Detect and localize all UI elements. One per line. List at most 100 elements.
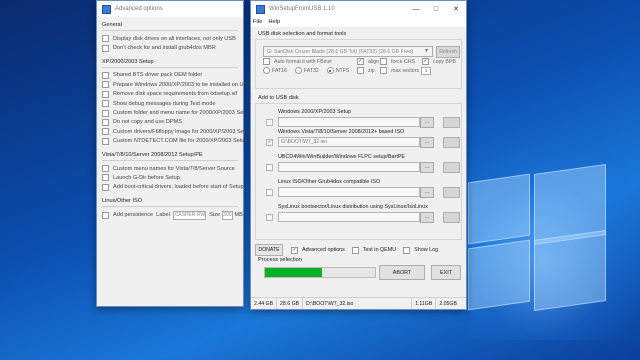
source-options-button[interactable] [443, 137, 460, 148]
option-row: Add boot-critical drivers, loaded before… [102, 183, 244, 192]
minimize-icon[interactable]: — [406, 1, 426, 17]
section-title: General [102, 22, 122, 28]
option-label: Remove disk space requirements from txts… [113, 91, 238, 98]
option-checkbox[interactable] [102, 90, 109, 98]
advanced-options-label: Advanced options [302, 247, 345, 253]
persistence-label-input[interactable]: CASPER-RW [172, 210, 207, 220]
menu-bar: File Help [251, 17, 466, 27]
browse-button[interactable]: ... [420, 137, 434, 148]
usb-disk-select[interactable]: G: SanDisk Cruzer Blade (28.6 GB Tot) (F… [263, 46, 433, 57]
maximize-icon[interactable]: □ [426, 1, 446, 17]
option-label: Custom folder and menu name for 2000/XP/… [113, 110, 252, 117]
option-checkbox[interactable] [102, 118, 109, 126]
source-path-input[interactable] [278, 117, 420, 127]
auto-format-row: Auto format it with FBinst [263, 57, 332, 66]
option-row: Shared BTS driver pack OEM folder [102, 71, 238, 80]
max-sectors-checkbox[interactable] [380, 67, 387, 74]
option-checkbox[interactable] [102, 174, 109, 182]
fat32-radio[interactable] [294, 67, 302, 74]
max-sectors-option: max sectors 1 [380, 66, 431, 75]
source-options-button[interactable] [443, 187, 460, 198]
show-log-label: Show Log [414, 247, 439, 253]
option-row: Custom menu names for Vista/7/8/Server S… [102, 164, 238, 173]
fat16-radio[interactable] [263, 67, 270, 74]
ntfs-radio[interactable] [326, 67, 334, 74]
source-checkbox[interactable] [266, 214, 273, 221]
option-label: Launch G-Dir before Setup [113, 174, 180, 181]
source-options-button[interactable] [443, 212, 460, 223]
advanced-window-title: Advanced options [115, 6, 163, 12]
force-chs-checkbox[interactable] [380, 58, 387, 65]
source-label: Linux ISO/Other Grub4dos compatible ISO [278, 179, 381, 185]
source-checkbox[interactable]: ✓ [266, 139, 273, 146]
persistence-checkbox[interactable] [102, 211, 109, 219]
browse-button[interactable]: ... [420, 187, 434, 198]
align-label: align [368, 58, 379, 65]
option-checkbox[interactable] [102, 44, 109, 52]
add-group-title: Add to USB disk [258, 95, 299, 101]
source-path-input[interactable] [278, 212, 420, 222]
option-checkbox[interactable] [102, 128, 109, 136]
winsetupfromusb-window: WinSetupFromUSB 1.10 — □ ✕ File Help USB… [250, 0, 467, 310]
option-checkbox[interactable] [102, 100, 109, 108]
source-checkbox[interactable] [266, 119, 273, 126]
option-checkbox[interactable] [102, 71, 109, 79]
force-chs-label: force CHS [391, 58, 415, 65]
option-checkbox[interactable] [102, 183, 109, 191]
option-label: Show debug messages during Text mode [113, 100, 216, 107]
source-label: Windows 2000/XP/2003 Setup [278, 109, 352, 115]
size-text: Size [209, 212, 221, 219]
zip-label: zip [368, 67, 375, 74]
bottom-options: DONATE ✓ Advanced options Test in QEMU S… [255, 244, 462, 256]
abort-button[interactable]: ABORT [379, 265, 425, 280]
browse-button[interactable]: ... [420, 162, 434, 173]
source-label: Windows Vista/7/8/10/Server 2008/2012+ b… [278, 129, 405, 135]
option-row: Custom NTDETECT.COM file for 2000/XP/200… [102, 137, 248, 146]
option-row: Prepare Windows 2000/XP/2003 to be insta… [102, 80, 251, 89]
copy-bpb-label: copy BPB [433, 58, 456, 65]
align-checkbox[interactable]: ✓ [357, 58, 364, 65]
zip-option: zip [357, 66, 375, 75]
option-label: Custom drivers/F6floppy image for 2000/X… [113, 128, 252, 135]
source-item: SysLinux bootsector/Linux distribution u… [256, 202, 461, 227]
menu-file[interactable]: File [253, 19, 262, 25]
process-selection-group: Process selection ABORT EXIT [255, 257, 462, 283]
menu-help[interactable]: Help [268, 19, 280, 25]
persistence-row: Add persistence Label CASPER-RW Size 300 MB [102, 210, 243, 220]
browse-button[interactable]: ... [420, 212, 434, 223]
test-qemu-checkbox[interactable] [351, 246, 359, 254]
option-checkbox[interactable] [102, 137, 109, 145]
sources-list: Windows 2000/XP/2003 Setup... Windows Vis… [255, 103, 462, 240]
option-label: Shared BTS driver pack OEM folder [113, 72, 203, 79]
exit-button[interactable]: EXIT [431, 265, 461, 280]
source-path-input[interactable]: G:\BOOT\W7_32.iso [278, 137, 420, 147]
copy-bpb-checkbox[interactable]: ✓ [422, 58, 429, 65]
section-divider [102, 159, 238, 161]
status-total: 28.6 GB [277, 298, 304, 309]
status-used: 2.44 GB [251, 298, 278, 309]
donate-button[interactable]: DONATE [255, 244, 283, 256]
source-checkbox[interactable] [266, 189, 273, 196]
persistence-size-input[interactable]: 300 [222, 210, 233, 220]
windows-logo-icon [468, 163, 618, 328]
ntfs-label: NTFS [335, 67, 350, 74]
option-label: Custom menu names for Vista/7/8/Server S… [113, 165, 235, 172]
option-checkbox[interactable] [102, 35, 109, 43]
progress-fill [265, 268, 323, 277]
option-checkbox[interactable] [102, 109, 109, 117]
option-label: Do not copy and use DPMS [113, 119, 183, 126]
option-checkbox[interactable] [102, 165, 109, 173]
source-path-input[interactable] [278, 187, 420, 197]
max-sectors-input[interactable]: 1 [420, 66, 431, 75]
section-divider [102, 30, 238, 31]
source-options-button[interactable] [443, 162, 460, 173]
option-checkbox[interactable] [102, 81, 109, 89]
source-path-input[interactable] [278, 162, 420, 172]
auto-format-checkbox[interactable] [263, 58, 270, 65]
zip-checkbox[interactable] [357, 67, 364, 74]
process-title: Process selection [258, 257, 302, 263]
show-log-checkbox[interactable] [403, 246, 411, 254]
source-checkbox[interactable] [266, 164, 273, 171]
close-icon[interactable]: ✕ [446, 1, 466, 17]
advanced-options-checkbox[interactable]: ✓ [291, 246, 298, 254]
